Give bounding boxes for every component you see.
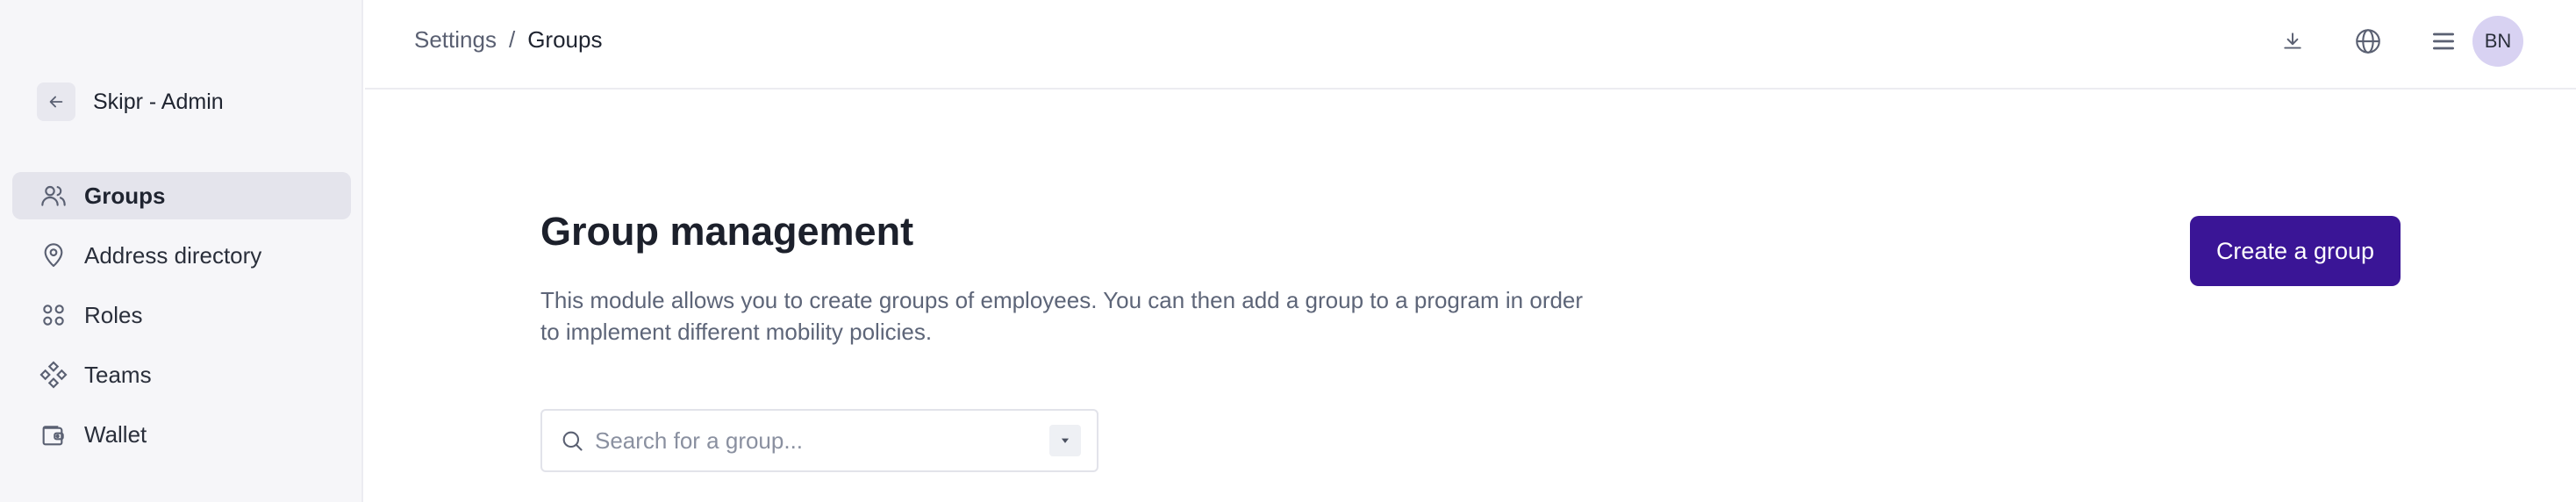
wallet-icon [39,420,68,449]
map-pin-icon [39,240,68,270]
avatar[interactable]: BN [2472,16,2523,67]
search-input[interactable] [595,427,1049,455]
sidebar-item-roles[interactable]: Roles [12,291,351,339]
breadcrumb-settings[interactable]: Settings [414,26,497,54]
caret-down-icon [1061,438,1070,443]
search-box [540,409,1098,472]
search-icon [562,431,583,451]
menu-icon[interactable] [2418,16,2469,67]
breadcrumb: Settings / Groups [414,26,602,54]
sidebar-item-address-directory[interactable]: Address directory [12,232,351,279]
back-button[interactable] [37,82,75,121]
app-header: Skipr - Admin [37,82,224,121]
page-description: This module allows you to create groups … [540,287,1584,345]
sidebar-item-groups[interactable]: Groups [12,172,351,219]
sidebar-item-label: Roles [84,301,143,328]
sidebar-item-wallet[interactable]: Wallet [12,411,351,458]
teams-icon [39,360,68,390]
grid-icon [39,300,68,330]
topbar: Settings / Groups BN [365,0,2576,90]
breadcrumb-separator: / [508,26,516,53]
users-icon [39,181,68,211]
top-actions: BN [2243,16,2523,67]
breadcrumb-current: Groups [527,26,603,53]
sidebar-item-label: Wallet [84,420,147,448]
globe-icon[interactable] [2343,16,2394,67]
arrow-left-icon [49,96,63,108]
create-group-button[interactable]: Create a group [2190,216,2401,286]
sidebar-item-teams[interactable]: Teams [12,351,351,398]
sidebar-item-label: Groups [84,182,166,209]
page-title: Group management [540,209,914,254]
sidebar-item-label: Teams [84,361,152,388]
dropdown-toggle[interactable] [1049,425,1081,456]
sidebar: Skipr - Admin Groups Address directory R… [0,0,363,502]
sidebar-item-label: Address directory [84,241,262,269]
app-title: Skipr - Admin [93,89,224,114]
sidebar-nav: Groups Address directory Roles Teams Wal… [12,172,351,470]
download-icon[interactable] [2267,16,2318,67]
